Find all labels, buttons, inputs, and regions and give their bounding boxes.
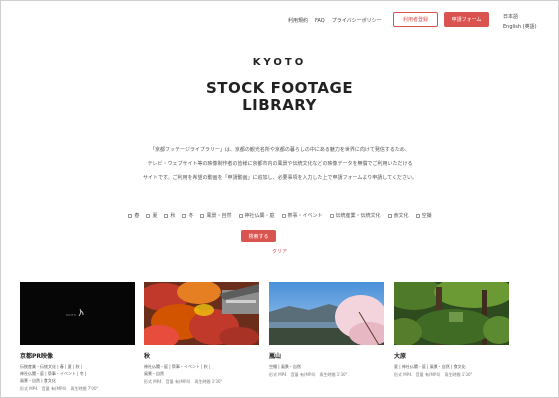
category-summer[interactable]: 夏 — [146, 212, 157, 219]
video-title[interactable]: 大原 — [394, 351, 509, 360]
category-winter[interactable]: 冬 — [182, 212, 193, 219]
autumn-leaves-image — [144, 282, 259, 345]
category-label: 食文化 — [393, 213, 409, 219]
lang-japanese-link[interactable]: 日本語 — [503, 12, 537, 22]
checkbox[interactable] — [200, 213, 205, 218]
ohara-forest-image — [394, 282, 509, 345]
video-card[interactable]: 秋 神社仏閣・庭 | 祭事・イベント | 秋 | 風景・自然 形式 MP4 音量… — [144, 282, 259, 385]
tag-line: 空撮 | 風景・自然 — [269, 364, 301, 369]
nav-faq-link[interactable]: FAQ — [315, 18, 325, 24]
video-title[interactable]: 嵐山 — [269, 351, 384, 360]
clear-label[interactable]: クリア — [272, 249, 287, 255]
video-tags: 空撮 | 風景・自然 — [269, 363, 384, 370]
video-tags: 伝統産業・伝統文化 | 春 | 夏 | 秋 | 神社仏閣・庭 | 祭事・イベント… — [20, 363, 135, 384]
tag-line: 風景・自然 — [144, 371, 164, 376]
video-card[interactable]: 大原 夏 | 神社仏閣・庭 | 風景・自然 | 食文化 形式 MP4 音量 有(… — [394, 282, 509, 378]
logo-kyoto-text: KYOTO — [252, 57, 307, 68]
checkbox[interactable] — [128, 213, 133, 218]
tag-line: 神社仏閣・庭 | 祭事・イベント | 秋 | — [144, 364, 211, 369]
video-meta: 形式 MP4 音量 有(MP4) 再生時間 1'30" — [269, 372, 348, 377]
tag-line: 夏 | 神社仏閣・庭 | 風景・自然 | 食文化 — [394, 364, 466, 369]
category-aerial[interactable]: 空撮 — [415, 212, 432, 219]
category-autumn[interactable]: 秋 — [164, 212, 175, 219]
video-card[interactable]: KYOTO 京都PR映像 伝統産業・伝統文化 | 春 | 夏 | 秋 | 神社仏… — [20, 282, 135, 392]
checkbox[interactable] — [146, 213, 151, 218]
checkbox[interactable] — [387, 213, 392, 218]
tag-line: 伝統産業・伝統文化 | 春 | 夏 | 秋 | — [20, 364, 83, 369]
language-switcher: 日本語 English (英語) — [503, 12, 537, 32]
video-title[interactable]: 秋 — [144, 351, 259, 360]
svg-text:KYOTO: KYOTO — [66, 313, 77, 317]
category-label: 空撮 — [421, 213, 432, 219]
site-description: 「京都フッテージライブラリー」は、京都の観光名所や京都の暮らしの中にある魅力を世… — [92, 143, 468, 185]
video-title[interactable]: 京都PR映像 — [20, 351, 135, 360]
category-spring[interactable]: 春 — [128, 212, 139, 219]
checkbox[interactable] — [182, 213, 187, 218]
category-traditional[interactable]: 伝統産業・伝統文化 — [329, 212, 381, 219]
video-meta: 形式 MP4 音量 有(MP4) 再生時間 7'00" — [20, 386, 99, 391]
video-thumbnail[interactable]: KYOTO — [20, 282, 135, 345]
description-line: 「京都フッテージライブラリー」は、京都の観光名所や京都の暮らしの中にある魅力を世… — [150, 147, 410, 153]
top-nav: 利用規約 FAQ プライバシーポリシー — [288, 17, 382, 25]
category-label: 伝統産業・伝統文化 — [335, 213, 381, 219]
category-label: 神社仏閣・庭 — [244, 213, 275, 219]
video-tags: 神社仏閣・庭 | 祭事・イベント | 秋 | 風景・自然 — [144, 363, 259, 377]
description-line: テレビ・ウェブサイト等の映像制作者の皆様に京都市内の風景や伝統文化などの映像デー… — [147, 161, 413, 167]
checkbox[interactable] — [281, 213, 286, 218]
logo-title-line2: LIBRARY — [242, 96, 317, 114]
pr-video-logo-icon: KYOTO — [20, 282, 135, 345]
video-card[interactable]: 嵐山 空撮 | 風景・自然 形式 MP4 音量 有(MP4) 再生時間 1'30… — [269, 282, 384, 378]
category-events[interactable]: 祭事・イベント — [281, 212, 323, 219]
video-meta: 形式 MP4 音量 有(MP4) 再生時間 1'30" — [394, 372, 473, 377]
description-line: サイトです。ご利用を希望の動画を「申請動画」に追加し、必要事項を入力した上で申請… — [143, 175, 417, 181]
video-thumbnail[interactable] — [144, 282, 259, 345]
video-meta: 形式 MP4 音量 有(MP4) 再生時間 1'30" — [144, 379, 223, 384]
category-label: 秋 — [170, 213, 176, 219]
category-filter: 春 夏 秋 冬 風景・自然 神社仏閣・庭 祭事・イベント 伝統産業・伝統文化 食… — [90, 212, 470, 219]
category-label: 祭事・イベント — [287, 213, 323, 219]
nav-terms-link[interactable]: 利用規約 — [288, 17, 308, 24]
search-button[interactable]: 検索する — [241, 230, 276, 242]
video-thumbnail[interactable] — [394, 282, 509, 345]
logo-title-line1: STOCK FOOTAGE — [205, 79, 354, 97]
apply-form-button[interactable]: 申請フォーム — [444, 12, 489, 27]
checkbox[interactable] — [238, 213, 243, 218]
video-tags: 夏 | 神社仏閣・庭 | 風景・自然 | 食文化 — [394, 363, 509, 370]
checkbox[interactable] — [329, 213, 334, 218]
category-label: 夏 — [152, 213, 158, 219]
category-label: 春 — [134, 213, 140, 219]
category-scenery[interactable]: 風景・自然 — [200, 212, 232, 219]
category-label: 風景・自然 — [206, 213, 232, 219]
category-temples[interactable]: 神社仏閣・庭 — [238, 212, 275, 219]
category-label: 冬 — [188, 213, 194, 219]
tag-line: 神社仏閣・庭 | 祭事・イベント | 冬 | — [20, 371, 87, 376]
video-thumbnail[interactable] — [269, 282, 384, 345]
tag-line: 風景・自然 | 食文化 — [20, 378, 56, 383]
register-button[interactable]: 利用者登録 — [393, 12, 438, 27]
lang-english-link[interactable]: English (英語) — [503, 22, 537, 32]
clear-link[interactable]: クリア — [0, 248, 559, 255]
checkbox[interactable] — [415, 213, 420, 218]
nav-privacy-link[interactable]: プライバシーポリシー — [332, 17, 382, 24]
checkbox[interactable] — [164, 213, 169, 218]
category-food[interactable]: 食文化 — [387, 212, 409, 219]
arashiyama-landscape-image — [269, 282, 384, 345]
